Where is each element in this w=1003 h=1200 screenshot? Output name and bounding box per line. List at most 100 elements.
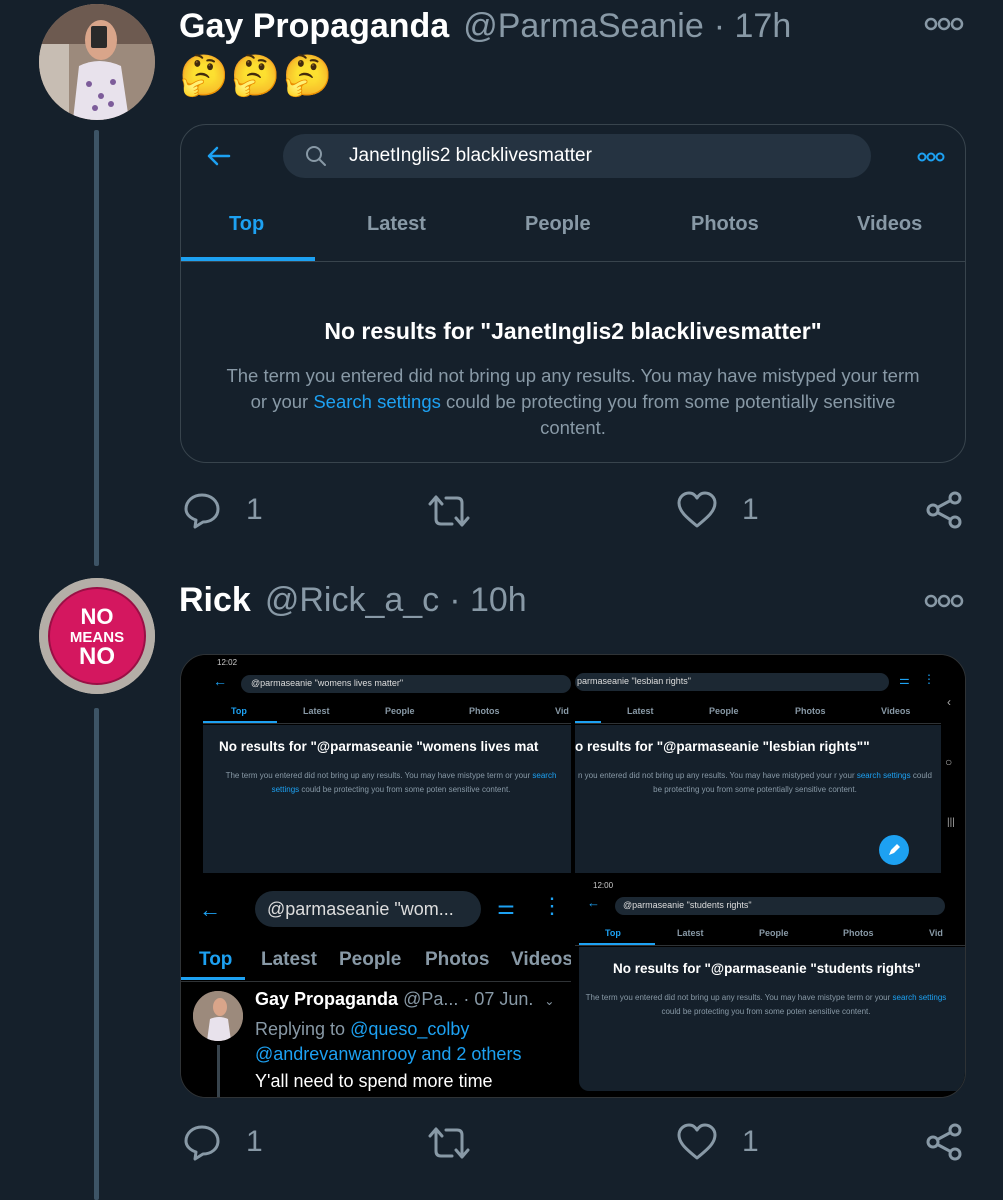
search-settings-link[interactable]: search settings bbox=[893, 993, 947, 1002]
nav-back-icon[interactable]: ‹ bbox=[947, 695, 951, 709]
back-arrow-icon[interactable]: ← bbox=[213, 673, 227, 689]
tab-bar: Top Latest People Photos Videos bbox=[181, 203, 965, 262]
compose-fab[interactable] bbox=[879, 835, 909, 865]
screenshot-womens-search-results[interactable]: ← @parmaseanie "wom... ⚌ ⋮ Top Latest Pe… bbox=[181, 877, 571, 1097]
no-results-body: The term you entered did not bring up an… bbox=[585, 993, 947, 1016]
reply-button[interactable]: 1 bbox=[182, 490, 263, 530]
search-bar[interactable]: parmaseanie "lesbian rights" bbox=[575, 673, 889, 691]
tab-videos[interactable]: Vid bbox=[929, 928, 943, 938]
tab-bar: Top Latest People Photos Vid bbox=[203, 703, 571, 724]
reply-count: 1 bbox=[246, 1125, 263, 1158]
tab-top[interactable]: Top bbox=[229, 213, 264, 236]
display-name[interactable]: Gay Propaganda bbox=[255, 989, 398, 1009]
search-bar[interactable]: @parmaseanie "womens lives matter" bbox=[241, 675, 571, 693]
search-query: JanetInglis2 blacklivesmatter bbox=[349, 145, 592, 166]
nav-home-icon[interactable]: ○ bbox=[945, 755, 952, 769]
no-results-title: No results for "JanetInglis2 blacklivesm… bbox=[324, 318, 822, 344]
tab-bar: Top Latest People Photos Vid bbox=[575, 925, 965, 946]
like-button[interactable]: 1 bbox=[676, 1122, 759, 1162]
handle-time: @Pa... · 07 Jun. bbox=[403, 989, 534, 1009]
profile-photo bbox=[39, 4, 155, 120]
mention-link[interactable]: @andrevanwanrooy and 2 others bbox=[255, 1044, 521, 1064]
tab-top[interactable]: Top bbox=[605, 928, 621, 938]
tweet-header: Rick @Rick_a_c · 10h bbox=[179, 578, 527, 622]
tab-top[interactable]: Top bbox=[199, 949, 232, 971]
tab-people[interactable]: People bbox=[525, 213, 591, 236]
status-bar-time: 12:02 bbox=[217, 658, 238, 667]
tab-people[interactable]: People bbox=[339, 949, 401, 971]
search-settings-link[interactable]: search settings bbox=[857, 771, 911, 780]
tab-latest[interactable]: Latest bbox=[677, 928, 704, 938]
share-icon[interactable] bbox=[924, 490, 964, 530]
tab-people[interactable]: People bbox=[709, 706, 739, 716]
tab-latest[interactable]: Latest bbox=[303, 706, 330, 716]
tab-photos[interactable]: Photos bbox=[469, 706, 500, 716]
search-bar[interactable]: JanetInglis2 blacklivesmatter bbox=[283, 134, 871, 178]
screenshot-womens-lives-matter[interactable]: 12:02 ← @parmaseanie "womens lives matte… bbox=[181, 655, 571, 873]
tab-people[interactable]: People bbox=[759, 928, 789, 938]
more-vertical-icon[interactable]: ⋮ bbox=[923, 672, 935, 686]
tab-latest[interactable]: Latest bbox=[367, 213, 426, 236]
user-handle[interactable]: @Rick_a_c bbox=[265, 581, 439, 620]
display-name[interactable]: Gay Propaganda bbox=[179, 7, 449, 46]
share-icon[interactable] bbox=[924, 1122, 964, 1162]
tab-photos[interactable]: Photos bbox=[425, 949, 489, 971]
reply-icon bbox=[184, 493, 220, 529]
embedded-screenshot[interactable]: JanetInglis2 blacklivesmatter Top Latest… bbox=[180, 124, 966, 463]
chevron-down-icon[interactable]: ⌄ bbox=[544, 994, 554, 1008]
screenshot-lesbian-rights[interactable]: parmaseanie "lesbian rights" ⚌ ⋮ ‹ ○ |||… bbox=[575, 655, 965, 873]
avatar[interactable]: NO MEANS NO bbox=[39, 578, 155, 694]
search-settings-link[interactable]: Search settings bbox=[313, 391, 441, 412]
profile-photo bbox=[193, 991, 243, 1041]
display-name[interactable]: Rick bbox=[179, 581, 251, 620]
back-arrow-icon[interactable]: ← bbox=[587, 895, 600, 910]
tab-videos[interactable]: Videos bbox=[857, 213, 922, 236]
reply-icon bbox=[184, 1125, 220, 1161]
user-handle[interactable]: @ParmaSeanie bbox=[463, 7, 704, 46]
reply-button[interactable]: 1 bbox=[182, 1122, 263, 1162]
active-tab-indicator bbox=[575, 721, 601, 723]
tab-videos[interactable]: Videos bbox=[881, 706, 910, 716]
tab-photos[interactable]: Photos bbox=[843, 928, 874, 938]
no-results-body: n you entered did not bring up any resul… bbox=[578, 771, 932, 794]
more-options-icon[interactable] bbox=[917, 152, 945, 162]
timestamp[interactable]: · 17h bbox=[714, 7, 792, 46]
tab-latest[interactable]: Latest bbox=[627, 706, 654, 716]
compose-icon bbox=[889, 844, 900, 855]
tab-photos[interactable]: Photos bbox=[795, 706, 826, 716]
badge-line-3: NO bbox=[79, 643, 115, 670]
more-vertical-icon[interactable]: ⋮ bbox=[541, 893, 563, 919]
filter-icon[interactable]: ⚌ bbox=[497, 895, 515, 920]
tweet-preview-text: Y'all need to spend more time bbox=[255, 1071, 493, 1091]
screenshot-students-rights[interactable]: 12:00 ← @parmaseanie "students rights" T… bbox=[575, 877, 965, 1097]
search-query: parmaseanie "lesbian rights" bbox=[577, 676, 691, 686]
more-options-icon[interactable] bbox=[924, 594, 964, 608]
back-arrow-icon[interactable] bbox=[205, 145, 231, 167]
no-results-title: No results for "@parmaseanie "students r… bbox=[613, 961, 921, 976]
tab-top[interactable]: Top bbox=[231, 706, 247, 716]
tab-latest[interactable]: Latest bbox=[261, 949, 317, 971]
avatar[interactable] bbox=[39, 4, 155, 120]
avatar[interactable] bbox=[193, 991, 243, 1041]
filter-icon[interactable]: ⚌ bbox=[899, 673, 910, 687]
retweet-icon[interactable] bbox=[426, 1125, 472, 1161]
mention-link[interactable]: @queso_colby bbox=[350, 1019, 469, 1039]
tab-videos[interactable]: Vid bbox=[555, 706, 569, 716]
search-bar[interactable]: @parmaseanie "wom... bbox=[255, 891, 481, 927]
search-query: @parmaseanie "students rights" bbox=[623, 900, 752, 910]
tab-people[interactable]: People bbox=[385, 706, 415, 716]
active-tab-indicator bbox=[181, 257, 315, 261]
like-button[interactable]: 1 bbox=[676, 490, 759, 530]
search-bar[interactable]: @parmaseanie "students rights" bbox=[615, 897, 945, 915]
retweet-icon[interactable] bbox=[426, 493, 472, 529]
tab-bar: Top Latest People Photos Videos bbox=[181, 941, 571, 982]
tab-photos[interactable]: Photos bbox=[691, 213, 759, 236]
tab-videos[interactable]: Videos bbox=[511, 949, 571, 971]
more-options-icon[interactable] bbox=[924, 17, 964, 31]
nav-recents-icon[interactable]: ||| bbox=[947, 817, 955, 828]
active-tab-indicator bbox=[181, 977, 245, 980]
back-arrow-icon[interactable]: ← bbox=[199, 897, 221, 923]
badge-line-1: NO bbox=[81, 604, 114, 629]
search-query: @parmaseanie "wom... bbox=[267, 899, 454, 919]
timestamp[interactable]: · 10h bbox=[449, 581, 527, 620]
